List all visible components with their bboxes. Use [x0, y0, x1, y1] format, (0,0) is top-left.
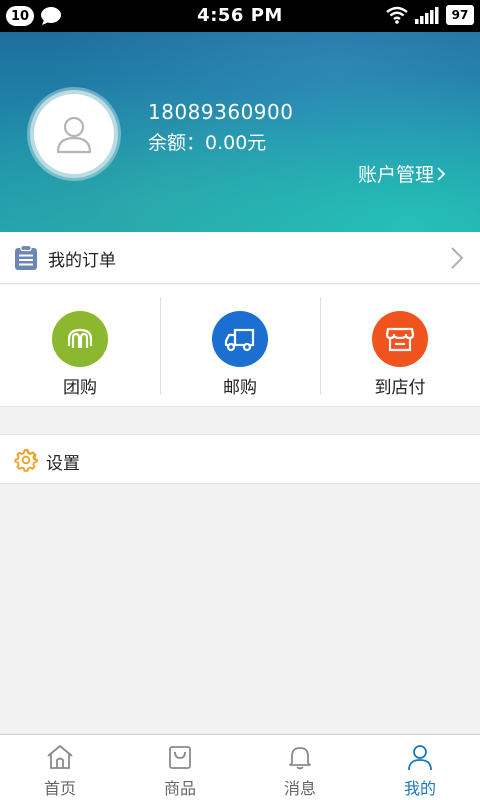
signal-icon	[415, 7, 439, 24]
settings-row[interactable]: 设置	[0, 434, 480, 484]
account-management-link[interactable]: 账户管理	[358, 160, 446, 187]
wifi-icon	[386, 6, 408, 24]
category-label: 团购	[63, 378, 97, 398]
settings-label: 设置	[46, 454, 80, 474]
category-group-buy[interactable]: 团购	[0, 285, 160, 406]
category-label: 到店付	[374, 378, 426, 398]
bell-icon	[289, 747, 311, 770]
store-icon	[372, 311, 428, 367]
nav-label: 首页	[43, 779, 76, 798]
truck-icon	[212, 311, 268, 367]
phone-number: 18089360900	[148, 100, 294, 124]
chevron-right-icon	[451, 247, 464, 269]
battery-icon: 97	[446, 5, 474, 25]
home-icon	[47, 745, 73, 769]
status-bar: 10 4:56 PM 97	[0, 0, 480, 32]
category-mail-order[interactable]: 邮购	[160, 285, 320, 406]
nav-label: 我的	[403, 779, 436, 798]
group-buy-icon	[52, 311, 108, 367]
nav-label: 商品	[163, 779, 196, 798]
nav-item-messages[interactable]: 消息	[240, 735, 360, 800]
category-label: 邮购	[223, 378, 257, 398]
balance-text: 余额：0.00元	[148, 132, 267, 154]
gear-icon	[14, 448, 38, 472]
chevron-right-icon	[437, 166, 446, 181]
my-orders-row[interactable]: 我的订单	[0, 232, 480, 284]
avatar[interactable]	[30, 90, 118, 178]
order-categories: 团购 邮购 到店付	[0, 285, 480, 407]
bottom-nav: 首页 商品 消息 我的	[0, 734, 480, 800]
profile-header: 18089360900 余额：0.00元 账户管理	[0, 32, 480, 232]
user-avatar-icon	[56, 116, 92, 154]
my-orders-label: 我的订单	[48, 251, 116, 271]
shopping-bag-icon	[169, 746, 191, 769]
nav-item-home[interactable]: 首页	[0, 735, 120, 800]
nav-item-products[interactable]: 商品	[120, 735, 240, 800]
nav-label: 消息	[283, 779, 316, 798]
person-icon	[408, 745, 432, 771]
category-pay-at-store[interactable]: 到店付	[320, 285, 480, 406]
clipboard-icon	[15, 245, 37, 270]
account-management-label: 账户管理	[357, 164, 434, 186]
nav-item-me[interactable]: 我的	[360, 735, 480, 800]
